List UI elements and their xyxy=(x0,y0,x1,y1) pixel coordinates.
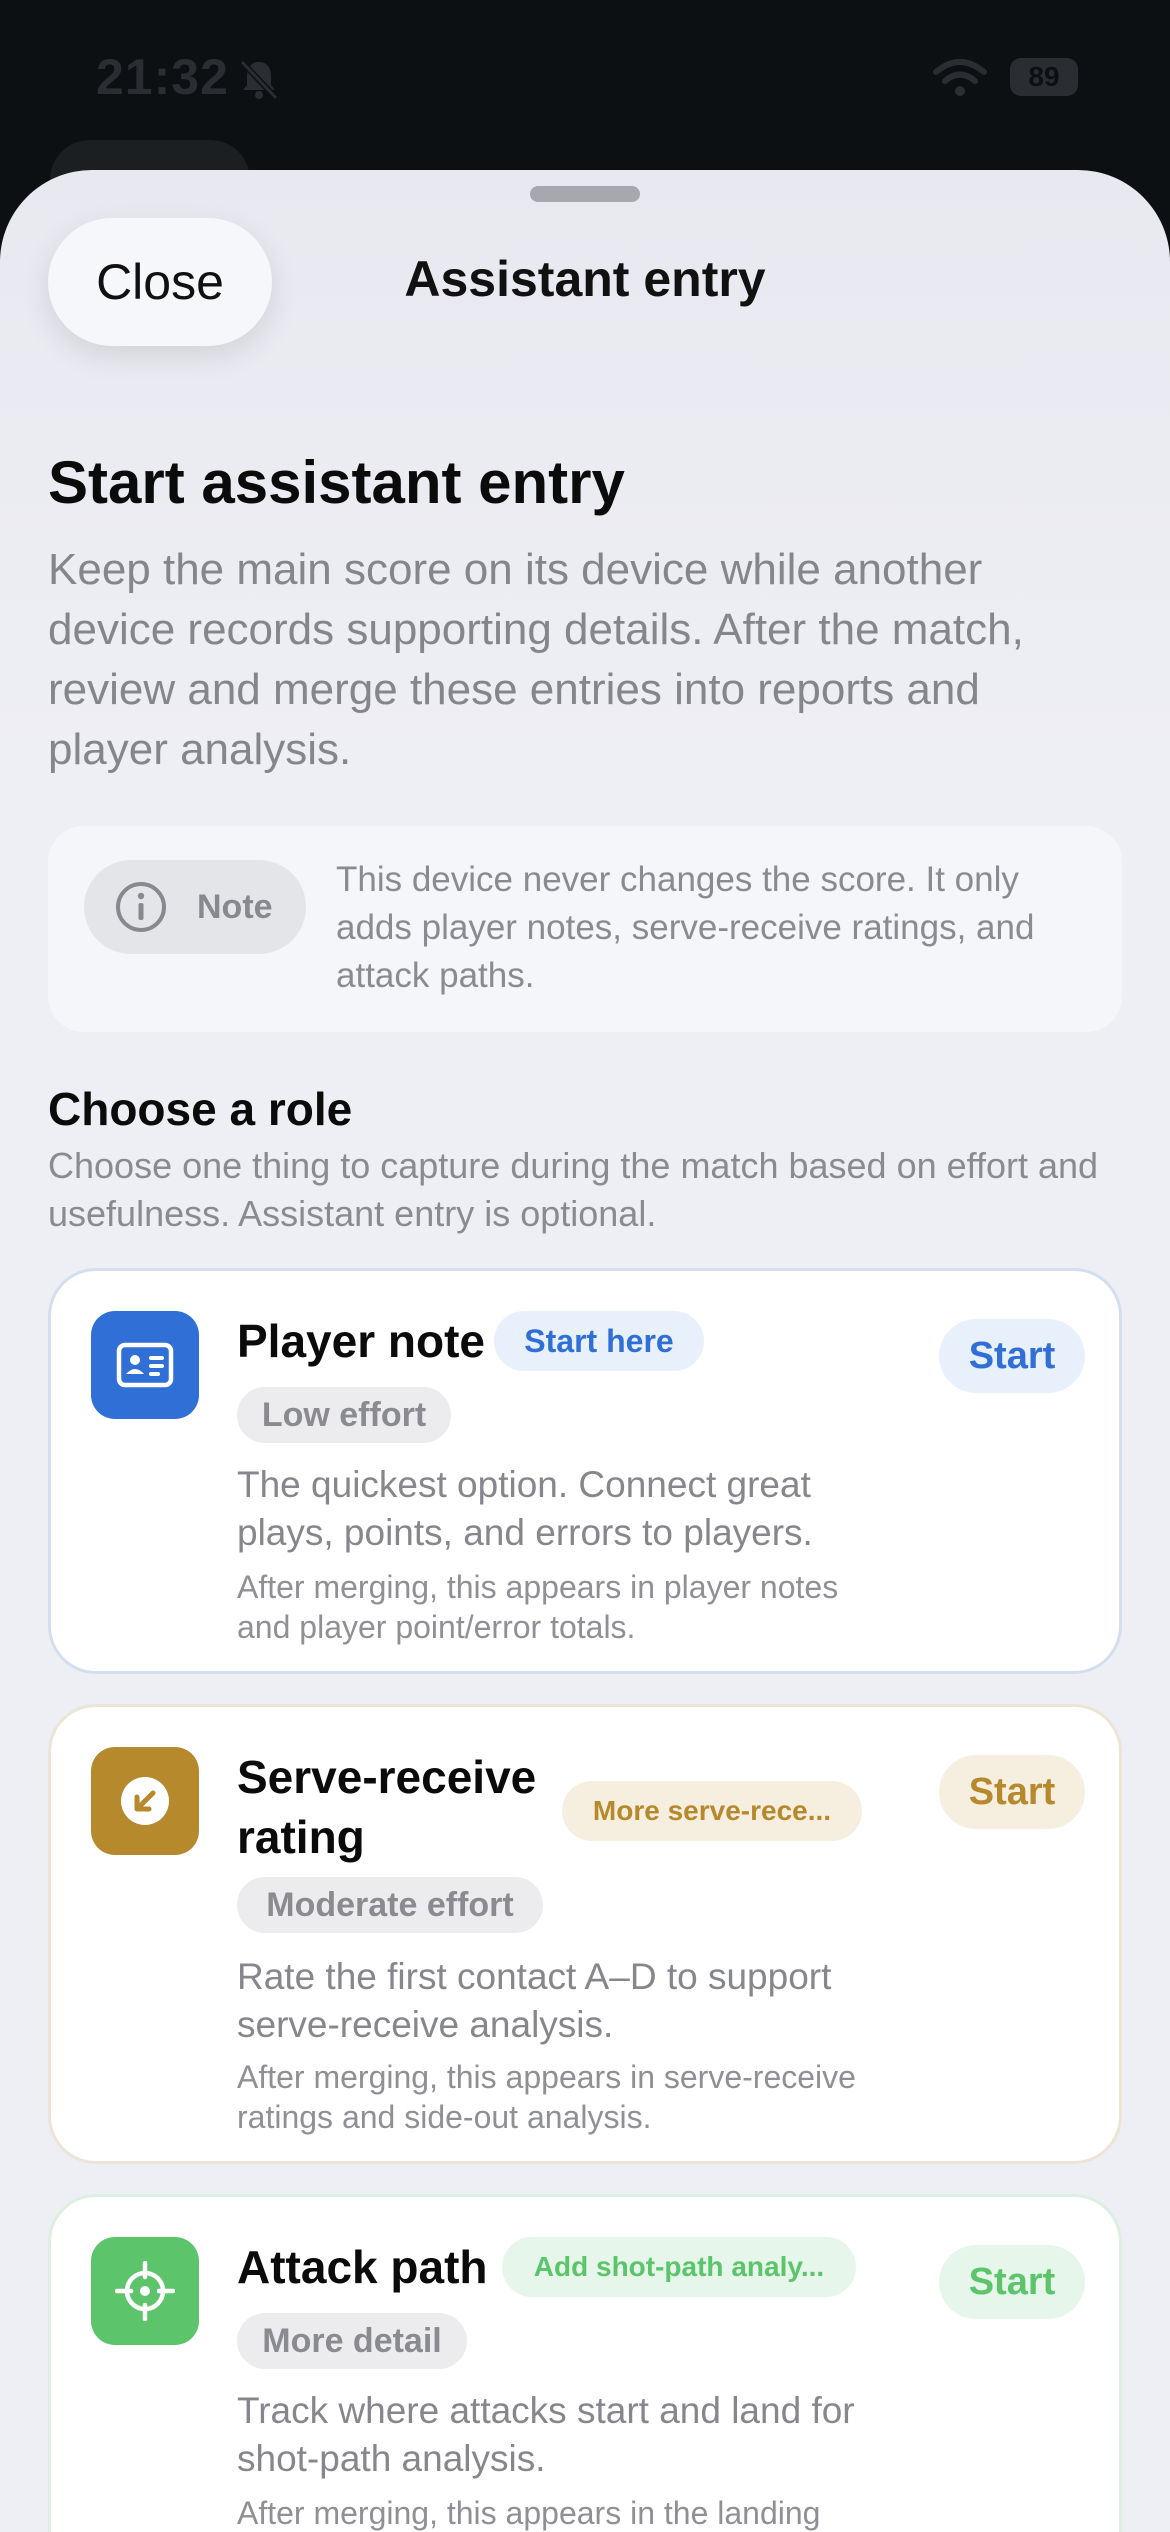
role-title: Player note xyxy=(237,1315,485,1367)
role-tag: Add shot-path analy... xyxy=(502,2237,856,2297)
role-card-attack-path[interactable]: Attack path Add shot-path analy... More … xyxy=(48,2194,1122,2532)
role-tag: Start here xyxy=(494,1311,704,1371)
note-box: Note This device never changes the score… xyxy=(48,826,1122,1032)
wifi-icon xyxy=(932,58,988,103)
role-section-heading: Choose a role xyxy=(48,1083,353,1135)
role-title: Serve-receive rating xyxy=(237,1751,537,1863)
note-text: This device never changes the score. It … xyxy=(336,860,1035,995)
role-title: Attack path xyxy=(237,2241,488,2293)
role-description: The quickest option. Connect great plays… xyxy=(237,1464,813,1553)
effort-badge: Moderate effort xyxy=(237,1877,543,1933)
battery-indicator: 89 xyxy=(1010,58,1078,96)
role-merge-note: After merging, this appears in serve-rec… xyxy=(237,2059,856,2135)
status-bar: 21:32 89 xyxy=(0,0,1170,160)
start-button-player-note[interactable]: Start xyxy=(939,1319,1085,1393)
role-merge-note: After merging, this appears in the landi… xyxy=(237,2495,821,2531)
sheet-title: Assistant entry xyxy=(404,251,766,307)
note-label: Note xyxy=(197,888,273,926)
info-icon xyxy=(114,880,168,939)
assistant-entry-sheet: Close Assistant entry Start assistant en… xyxy=(0,170,1170,2532)
bell-slash-icon xyxy=(236,56,282,107)
role-icon-tile xyxy=(91,1747,199,1855)
crosshair-icon xyxy=(115,2261,175,2321)
effort-badge: More detail xyxy=(237,2313,467,2369)
start-button-attack-path[interactable]: Start xyxy=(939,2245,1085,2319)
role-section-description: Choose one thing to capture during the m… xyxy=(48,1145,1099,1234)
note-badge: Note xyxy=(84,860,306,954)
role-tag: More serve-rece... xyxy=(562,1781,862,1841)
role-icon-tile xyxy=(91,1311,199,1419)
role-description: Rate the first contact A–D to support se… xyxy=(237,1956,832,2045)
status-time: 21:32 xyxy=(96,49,229,105)
id-card-icon xyxy=(116,1342,174,1388)
page-description: Keep the main score on its device while … xyxy=(48,545,1024,774)
role-card-serve-receive[interactable]: Serve-receive rating More serve-rece... … xyxy=(48,1704,1122,2164)
effort-badge: Low effort xyxy=(237,1387,451,1443)
start-button-serve-receive[interactable]: Start xyxy=(939,1755,1085,1829)
arrow-down-left-icon xyxy=(121,1777,169,1825)
role-icon-tile xyxy=(91,2237,199,2345)
sheet-grabber[interactable] xyxy=(530,186,640,202)
role-merge-note: After merging, this appears in player no… xyxy=(237,1569,839,1645)
role-description: Track where attacks start and land for s… xyxy=(237,2390,855,2479)
role-card-player-note[interactable]: Player note Start here Low effort The qu… xyxy=(48,1268,1122,1674)
page-heading: Start assistant entry xyxy=(48,449,625,516)
